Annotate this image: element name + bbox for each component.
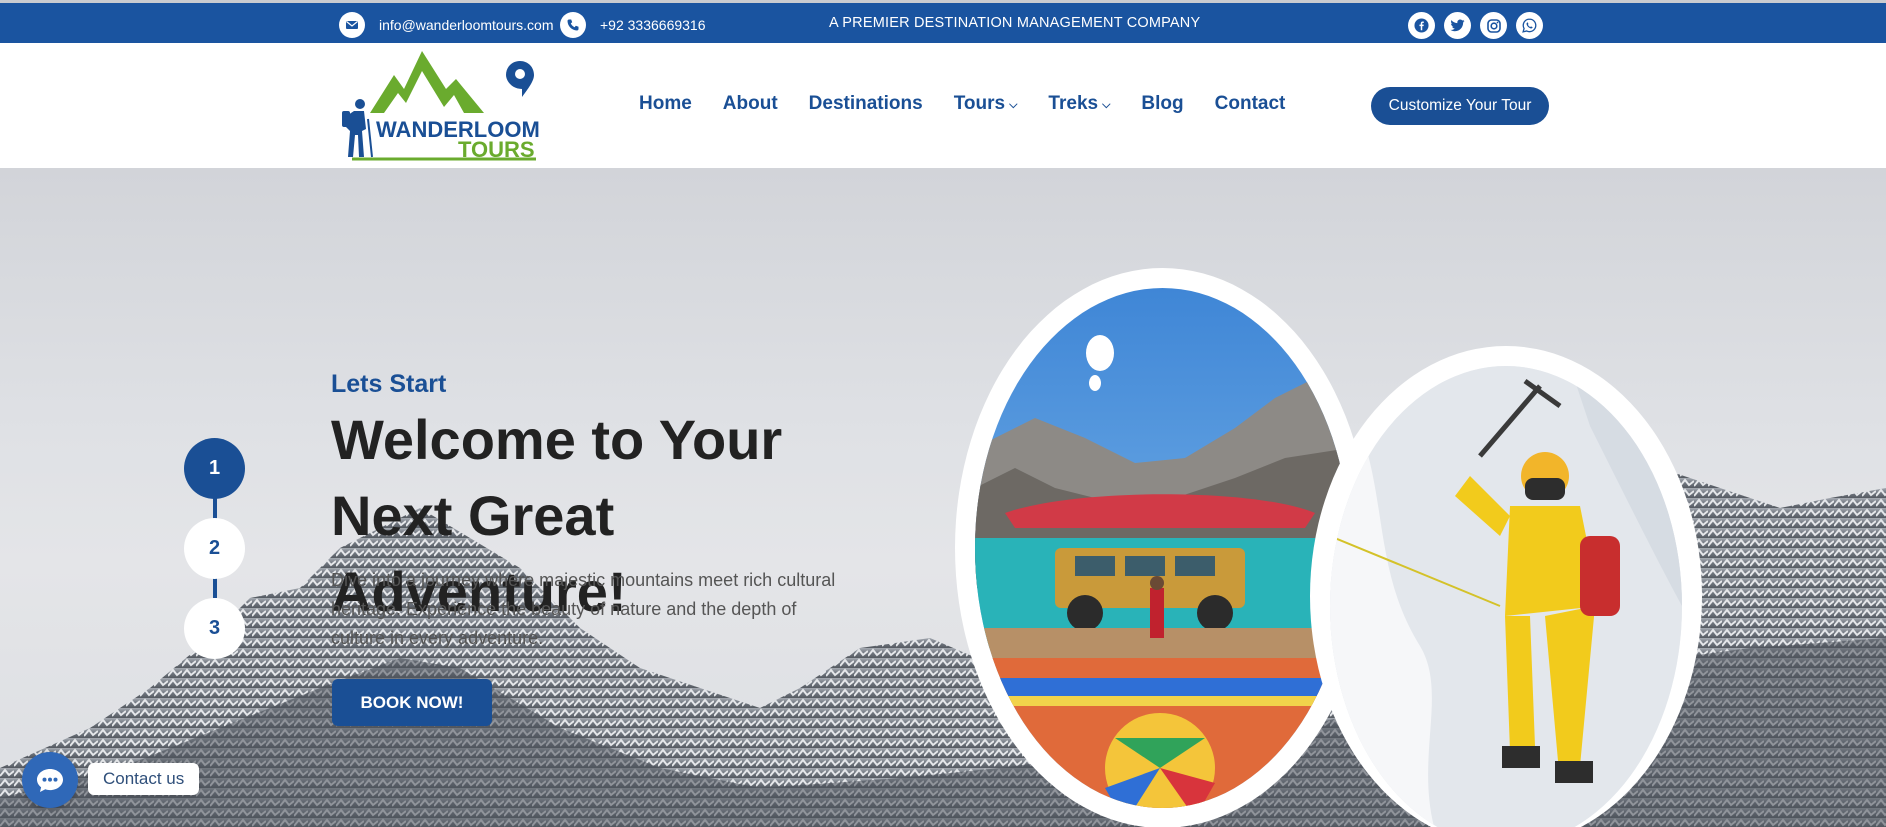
hero-image-jeep-oval: [955, 268, 1370, 827]
chat-label[interactable]: Contact us: [88, 763, 200, 795]
top-bar: info@wanderloomtours.com +92 3336669316 …: [0, 0, 1886, 43]
chevron-down-icon: ⌵: [1102, 98, 1111, 111]
step-2-button[interactable]: 2: [184, 518, 245, 579]
nav-destinations[interactable]: Destinations: [809, 93, 923, 115]
nav-tours-label[interactable]: Tours: [954, 93, 1005, 115]
wanderloom-logo[interactable]: WANDERLOOM TOURS: [342, 49, 542, 163]
nav-destinations-label[interactable]: Destinations: [809, 93, 923, 115]
nav-about[interactable]: About: [723, 93, 778, 115]
main-nav: Home About Destinations Tours ⌵ Treks ⌵ Bl…: [639, 93, 1316, 115]
phone-icon: [560, 12, 586, 38]
step-1-button[interactable]: 1: [184, 438, 245, 499]
twitter-icon[interactable]: [1444, 12, 1471, 39]
topbar-email-text[interactable]: info@wanderloomtours.com: [379, 17, 554, 33]
nav-contact[interactable]: Contact: [1215, 93, 1286, 115]
nav-home-label[interactable]: Home: [639, 93, 692, 115]
nav-blog-label[interactable]: Blog: [1141, 93, 1183, 115]
nav-home[interactable]: Home: [639, 93, 692, 115]
nav-contact-label[interactable]: Contact: [1215, 93, 1286, 115]
nav-tours[interactable]: Tours ⌵: [954, 93, 1018, 115]
hero-section: 1 2 3 Lets Start Welcome to Your Next Gr…: [0, 168, 1886, 827]
step-3-button[interactable]: 3: [184, 598, 245, 659]
nav-treks-label[interactable]: Treks: [1048, 93, 1098, 115]
topbar-tagline: A PREMIER DESTINATION MANAGEMENT COMPANY: [829, 15, 1201, 31]
chat-button[interactable]: [22, 752, 78, 808]
topbar-phone[interactable]: +92 3336669316: [560, 12, 706, 38]
customize-tour-button[interactable]: Customize Your Tour: [1371, 87, 1549, 125]
ice-climber-image: [1330, 366, 1682, 827]
chat-bubble-icon: [37, 769, 63, 792]
nav-about-label[interactable]: About: [723, 93, 778, 115]
topbar-phone-text[interactable]: +92 3336669316: [600, 17, 706, 33]
social-links: [1408, 12, 1543, 39]
site-header: WANDERLOOM TOURS Home About Destinations…: [0, 43, 1886, 168]
whatsapp-icon[interactable]: [1516, 12, 1543, 39]
book-now-button[interactable]: BOOK NOW!: [332, 679, 492, 726]
facebook-icon[interactable]: [1408, 12, 1435, 39]
nav-blog[interactable]: Blog: [1141, 93, 1183, 115]
hero-kicker: Lets Start: [331, 370, 447, 398]
jeep-boat-image: [975, 288, 1350, 808]
topbar-email[interactable]: info@wanderloomtours.com: [339, 12, 554, 38]
chevron-down-icon: ⌵: [1009, 98, 1018, 111]
hero-image-climber-oval: [1310, 346, 1702, 827]
instagram-icon[interactable]: [1480, 12, 1507, 39]
nav-treks[interactable]: Treks ⌵: [1048, 93, 1110, 115]
mail-icon: [339, 12, 365, 38]
hero-description: Dive into a journey where majestic mount…: [331, 570, 836, 648]
